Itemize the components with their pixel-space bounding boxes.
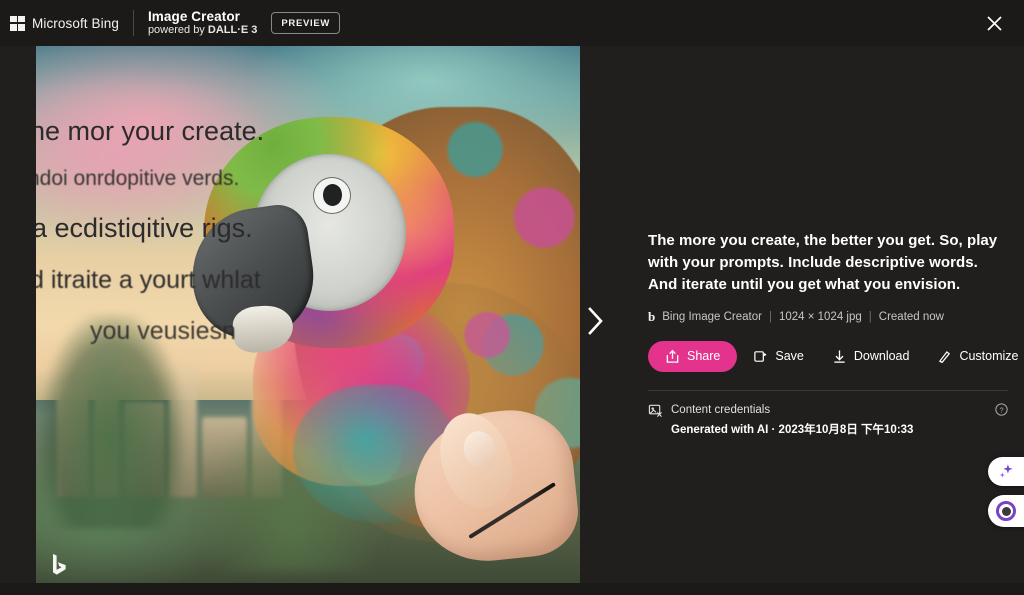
microsoft-bing-logo[interactable]: Microsoft Bing bbox=[0, 15, 119, 31]
metadata-source: Bing Image Creator bbox=[662, 310, 762, 323]
customize-label: Customize bbox=[959, 349, 1019, 364]
floating-widgets bbox=[988, 457, 1024, 527]
chevron-right-icon bbox=[587, 306, 603, 335]
product-subtitle: powered by DALL·E 3 bbox=[148, 24, 257, 36]
prompt-text: The more you create, the better you get.… bbox=[648, 232, 998, 293]
credentials-title: Content credentials bbox=[671, 404, 771, 417]
overlay-line-3: a ecdistiqitive rigs. bbox=[36, 212, 253, 243]
image-creator-viewer: Microsoft Bing Image Creator powered by … bbox=[0, 0, 1024, 595]
svg-text:?: ? bbox=[999, 405, 1003, 414]
header-divider bbox=[132, 10, 134, 36]
artwork-foliage-left bbox=[41, 314, 183, 530]
share-label: Share bbox=[687, 349, 721, 364]
subtitle-model: DALL·E 3 bbox=[207, 24, 258, 37]
customize-button[interactable]: Customize bbox=[925, 341, 1024, 372]
overlay-line-4: d itraite a yourt whlat bbox=[36, 265, 261, 294]
artwork: he mor your create. ndoi onrdopitive ver… bbox=[36, 46, 580, 583]
save-button[interactable]: Save bbox=[741, 341, 816, 372]
help-button[interactable]: ? bbox=[995, 402, 1008, 421]
subtitle-prefix: powered by bbox=[147, 24, 208, 37]
bing-b-glyph-icon bbox=[52, 553, 66, 575]
close-button[interactable] bbox=[978, 7, 1010, 39]
content-credentials: Content credentials Generated with AI · … bbox=[648, 402, 1008, 437]
close-icon bbox=[986, 15, 1002, 31]
download-button[interactable]: Download bbox=[820, 341, 922, 372]
credentials-detail: Generated with AI · 2023年10月8日 下午10:33 bbox=[671, 423, 914, 436]
image-metadata-row: b Bing Image Creator | 1024 × 1024 jpg |… bbox=[648, 309, 1008, 325]
help-circle-icon: ? bbox=[995, 402, 1008, 416]
download-label: Download bbox=[853, 349, 910, 364]
overlay-line-1: he mor your create. bbox=[36, 115, 265, 146]
overlay-line-5: you veusiesn bbox=[90, 316, 236, 345]
bing-b-watermark-icon bbox=[46, 551, 72, 577]
avatar-circle-icon bbox=[996, 501, 1016, 521]
artwork-overlay-text: he mor your create. ndoi onrdopitive ver… bbox=[36, 116, 580, 346]
assistant-avatar-widget[interactable] bbox=[988, 495, 1024, 527]
metadata-created: Created now bbox=[878, 310, 944, 323]
credentials-header: Content credentials bbox=[648, 403, 1008, 418]
image-details-panel: The more you create, the better you get.… bbox=[632, 46, 1024, 595]
metadata-dimensions: 1024 × 1024 jpg bbox=[778, 310, 862, 323]
action-buttons: Share Save Download Customize bbox=[648, 340, 1019, 372]
download-icon bbox=[834, 350, 845, 363]
brand-label: Microsoft Bing bbox=[32, 15, 119, 31]
image-stage: he mor your create. ndoi onrdopitive ver… bbox=[0, 46, 616, 595]
share-icon bbox=[666, 349, 679, 363]
share-button[interactable]: Share bbox=[648, 340, 738, 372]
copilot-sparkle-widget[interactable] bbox=[988, 457, 1024, 486]
sparkle-icon bbox=[999, 464, 1012, 478]
preview-badge: PREVIEW bbox=[271, 12, 341, 34]
page-title: Image Creator bbox=[147, 9, 241, 25]
metadata-separator-1: | bbox=[768, 310, 772, 323]
save-collection-icon bbox=[754, 350, 767, 362]
content-credentials-icon bbox=[648, 404, 662, 417]
app-header: Microsoft Bing Image Creator powered by … bbox=[0, 0, 1024, 46]
microsoft-grid-icon bbox=[10, 15, 25, 31]
generated-image[interactable]: he mor your create. ndoi onrdopitive ver… bbox=[36, 46, 580, 583]
product-title-block: Image Creator powered by DALL·E 3 bbox=[148, 9, 257, 36]
metadata-separator-2: | bbox=[868, 310, 872, 323]
panel-divider bbox=[648, 389, 1008, 391]
overlay-line-2: ndoi onrdopitive verds. bbox=[36, 166, 240, 190]
save-label: Save bbox=[775, 349, 804, 364]
customize-wand-icon bbox=[939, 350, 951, 363]
next-image-button[interactable] bbox=[580, 299, 610, 343]
bing-b-icon: b bbox=[648, 308, 656, 324]
bottom-strip bbox=[0, 583, 1024, 595]
